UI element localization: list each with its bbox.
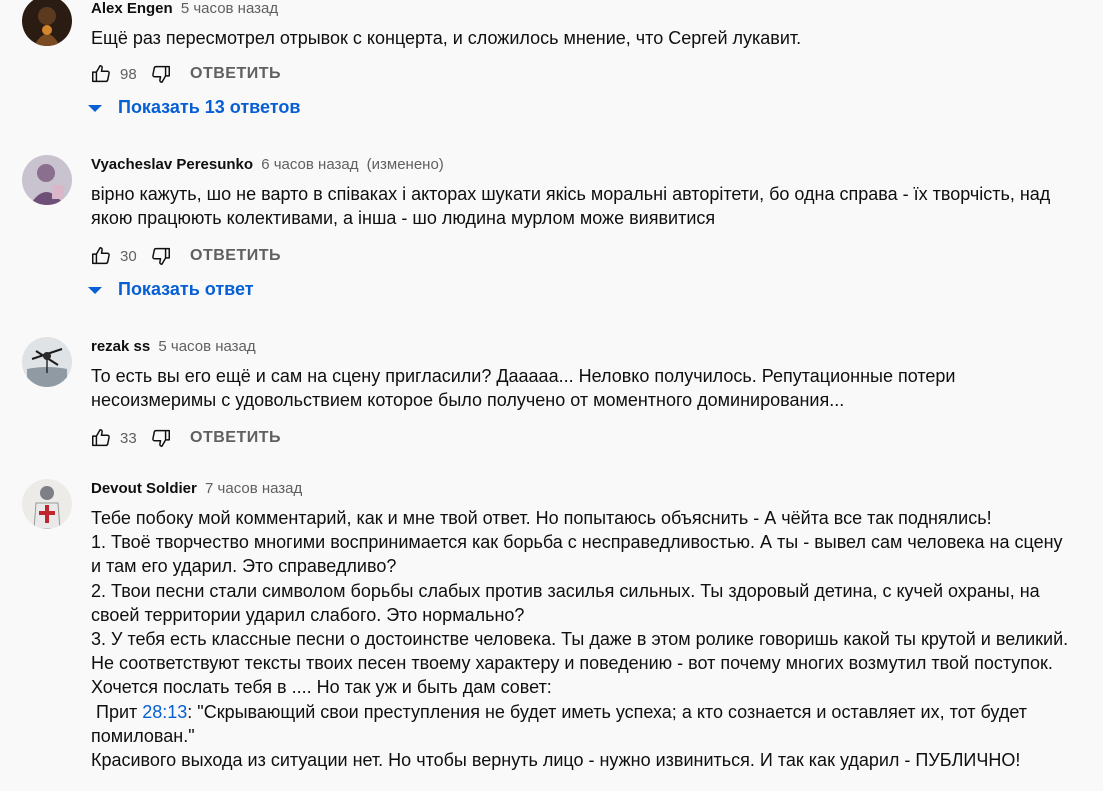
- dislike-button[interactable]: [150, 245, 172, 267]
- avatar[interactable]: [22, 155, 72, 205]
- reply-button[interactable]: ОТВЕТИТЬ: [190, 247, 281, 265]
- avatar[interactable]: [22, 479, 72, 529]
- avatar[interactable]: [22, 337, 72, 387]
- comment-actions: 33 ОТВЕТИТЬ: [90, 426, 281, 450]
- like-count: 33: [120, 429, 137, 447]
- avatar-image: [22, 479, 72, 529]
- reply-button[interactable]: ОТВЕТИТЬ: [190, 429, 281, 447]
- triangle-down-icon: [88, 287, 102, 294]
- like-button[interactable]: [90, 245, 112, 267]
- comment-line: Прит 28:13: "Скрывающий свои преступлени…: [91, 700, 1096, 724]
- comment-text: вірно кажуть, шо не варто в співаках і а…: [91, 182, 1096, 230]
- comment-line: То есть вы его ещё и сам на сцену пригла…: [91, 366, 956, 386]
- comment-line: Хочется послать тебя в .... Но так уж и …: [91, 677, 552, 698]
- comment-text: Тебе побоку мой комментарий, как и мне т…: [91, 506, 1096, 772]
- comment-line: Не соответствуют тексты твоих песен твое…: [91, 653, 1053, 674]
- comment-timestamp[interactable]: 7 часов назад: [205, 480, 302, 497]
- thumb-down-icon: [152, 65, 170, 83]
- comment-line: и там его ударил. Это справедливо?: [91, 556, 397, 577]
- comment-actions: 98 ОТВЕТИТЬ: [90, 62, 281, 86]
- author-name[interactable]: Alex Engen: [91, 0, 173, 17]
- timestamp-link[interactable]: 28:13: [142, 702, 187, 722]
- quote-prefix: Прит: [91, 701, 143, 722]
- comment-timestamp[interactable]: 5 часов назад: [158, 338, 255, 355]
- comment-line: 1. Твоё творчество многими воспринимаетс…: [91, 532, 1063, 553]
- avatar-image: [22, 155, 72, 205]
- avatar-image: [22, 337, 72, 387]
- author-name[interactable]: Vyacheslav Peresunko: [91, 156, 253, 173]
- reply-button[interactable]: ОТВЕТИТЬ: [190, 65, 281, 83]
- quote-text: : "Скрывающий свои преступления не будет…: [187, 701, 1027, 722]
- comment-header: Devout Soldier 7 часов назад: [91, 480, 302, 498]
- comment-header: Alex Engen 5 часов назад: [91, 0, 278, 18]
- comment-line: 2. Твои песни стали символом борьбы слаб…: [91, 580, 1040, 601]
- thumb-down-icon: [152, 247, 170, 265]
- comment-line: своей территории ударил слабого. Это нор…: [91, 604, 525, 625]
- thumb-up-icon: [92, 429, 110, 447]
- dislike-button[interactable]: [150, 427, 172, 449]
- comment-line: якою працюють колективами, а інша - шо л…: [91, 208, 716, 229]
- show-replies-label: Показать 13 ответов: [118, 97, 301, 117]
- show-replies-button[interactable]: Показать 13 ответов: [88, 97, 300, 118]
- like-button[interactable]: [90, 427, 112, 449]
- comment-line: Красивого выхода из ситуации нет. Но что…: [91, 750, 1021, 771]
- comment-text: То есть вы его ещё и сам на сцену пригла…: [91, 364, 1096, 412]
- like-count: 98: [120, 65, 137, 83]
- comment-line: 3. У тебя есть классные песни о достоинс…: [91, 629, 1069, 650]
- comment-header: Vyacheslav Peresunko 6 часов назад (изме…: [91, 156, 444, 174]
- comment-timestamp[interactable]: 6 часов назад: [261, 156, 358, 173]
- comment-line: несоизмеримы с удовольствием которое был…: [91, 390, 845, 411]
- avatar-image: [22, 0, 72, 46]
- thumb-up-icon: [92, 247, 110, 265]
- comment-text: Ещё раз пересмотрел отрывок с концерта, …: [91, 26, 1096, 50]
- like-button[interactable]: [90, 63, 112, 85]
- show-replies-button[interactable]: Показать ответ: [88, 279, 254, 300]
- comment-header: rezak ss 5 часов назад: [91, 338, 256, 356]
- avatar[interactable]: [22, 0, 72, 46]
- comment-line: Ещё раз пересмотрел отрывок с концерта, …: [91, 28, 802, 48]
- like-count: 30: [120, 247, 137, 265]
- comment-line: вірно кажуть, шо не варто в співаках і а…: [91, 184, 1051, 204]
- thumb-up-icon: [92, 65, 110, 83]
- show-replies-label: Показать ответ: [118, 279, 254, 299]
- author-name[interactable]: rezak ss: [91, 338, 150, 355]
- triangle-down-icon: [88, 105, 102, 112]
- comment-line: помилован.": [91, 725, 195, 746]
- dislike-button[interactable]: [150, 63, 172, 85]
- thumb-down-icon: [152, 429, 170, 447]
- author-name[interactable]: Devout Soldier: [91, 480, 197, 497]
- comment-actions: 30 ОТВЕТИТЬ: [90, 244, 281, 268]
- comment-line: Тебе побоку мой комментарий, как и мне т…: [91, 508, 992, 528]
- comment-timestamp[interactable]: 5 часов назад: [181, 0, 278, 17]
- edited-label: (изменено): [366, 156, 444, 173]
